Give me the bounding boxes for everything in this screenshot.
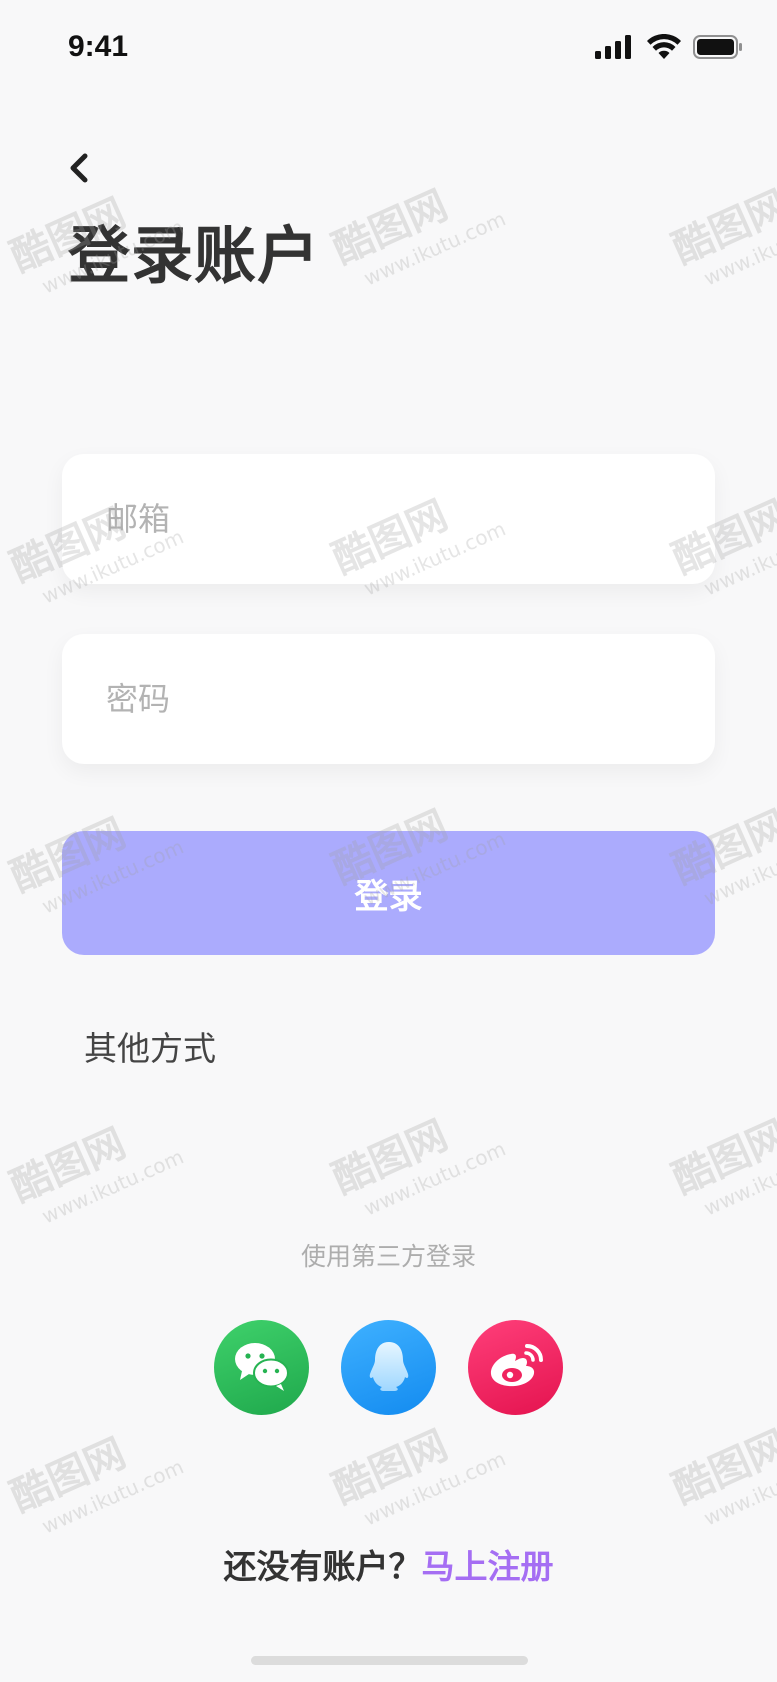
watermark: 酷图网 www.ikutu.com <box>662 154 777 297</box>
chevron-left-icon <box>68 153 90 187</box>
weibo-login-button[interactable] <box>468 1320 563 1415</box>
watermark-logo-text: 酷图网 <box>4 1430 133 1522</box>
watermark-url: www.ikutu.com <box>38 1144 188 1229</box>
wechat-icon <box>232 1339 292 1397</box>
password-field-container[interactable] <box>62 634 715 764</box>
wechat-login-button[interactable] <box>214 1320 309 1415</box>
other-methods-label: 其他方式 <box>84 1029 216 1068</box>
watermark: 酷图网 www.ikutu.com <box>322 1084 509 1227</box>
watermark-url: www.ikutu.com <box>700 1136 777 1221</box>
watermark-logo-text: 酷图网 <box>4 1120 133 1212</box>
login-button[interactable]: 登录 <box>62 831 715 955</box>
wifi-icon <box>647 33 681 64</box>
weibo-icon <box>487 1342 545 1394</box>
watermark-logo-text: 酷图网 <box>666 182 777 274</box>
register-prompt: 还没有账户？ <box>223 1547 422 1586</box>
status-icons <box>595 33 743 64</box>
watermark: 酷图网 www.ikutu.com <box>0 1092 187 1235</box>
register-link[interactable]: 马上注册 <box>422 1547 554 1586</box>
status-time: 9:41 <box>68 30 129 63</box>
watermark-url: www.ikutu.com <box>38 1454 188 1539</box>
watermark: 酷图网 www.ikutu.com <box>0 1402 187 1545</box>
email-input[interactable] <box>104 499 715 539</box>
home-indicator <box>251 1656 528 1665</box>
watermark: 酷图网 www.ikutu.com <box>322 154 509 297</box>
email-field-container[interactable] <box>62 454 715 584</box>
status-bar: 9:41 <box>0 0 777 100</box>
watermark-url: www.ikutu.com <box>700 1446 777 1531</box>
cellular-signal-icon <box>595 35 635 63</box>
qq-penguin-icon <box>367 1339 411 1397</box>
watermark-url: www.ikutu.com <box>360 1136 510 1221</box>
watermark: 酷图网 www.ikutu.com <box>322 1394 509 1537</box>
watermark-url: www.ikutu.com <box>360 1446 510 1531</box>
register-row: 还没有账户？马上注册 <box>0 1540 777 1588</box>
social-login-row <box>0 1320 777 1415</box>
battery-icon <box>693 35 743 63</box>
password-input[interactable] <box>104 679 715 719</box>
qq-login-button[interactable] <box>341 1320 436 1415</box>
watermark-logo-text: 酷图网 <box>666 1112 777 1204</box>
watermark-url: www.ikutu.com <box>360 206 510 291</box>
page-title: 登录账户 <box>68 219 321 292</box>
watermark-url: www.ikutu.com <box>700 206 777 291</box>
back-button[interactable] <box>62 150 96 190</box>
watermark-logo-text: 酷图网 <box>326 1112 455 1204</box>
third-party-login-label: 使用第三方登录 <box>300 1242 476 1271</box>
watermark-logo-text: 酷图网 <box>326 182 455 274</box>
watermark: 酷图网 www.ikutu.com <box>662 1084 777 1227</box>
watermark: 酷图网 www.ikutu.com <box>662 1394 777 1537</box>
